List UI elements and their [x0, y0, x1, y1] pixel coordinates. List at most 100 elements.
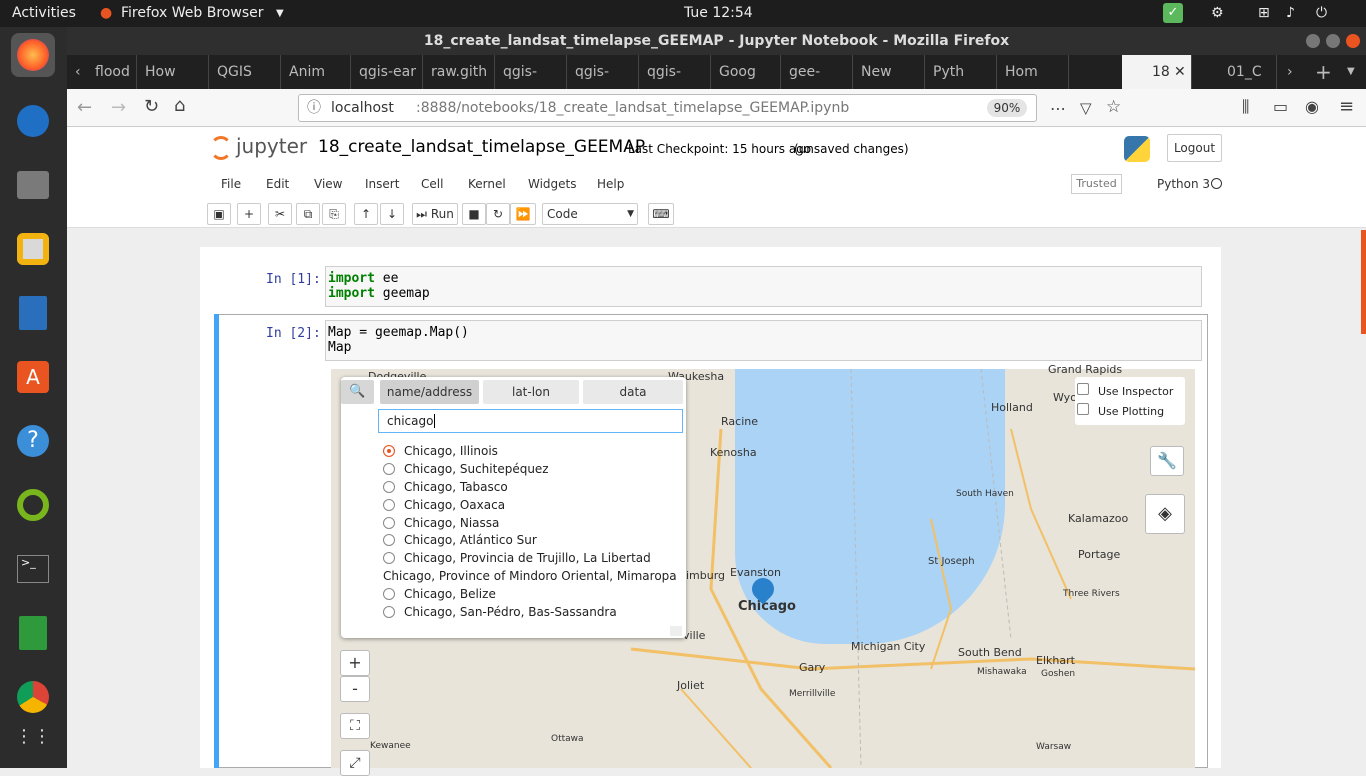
menu-file[interactable]: File	[221, 177, 241, 191]
tab[interactable]: Hom	[997, 55, 1069, 89]
app-menu[interactable]: Firefox Web Browser	[121, 5, 264, 21]
page-scrollbar-thumb[interactable]	[1361, 230, 1366, 334]
keyboard-icon[interactable]: ⌨	[648, 203, 674, 225]
account-icon[interactable]: ◉	[1305, 97, 1319, 116]
insert-cell-icon[interactable]: +	[237, 203, 261, 225]
list-tabs-icon[interactable]: ▼	[1339, 55, 1365, 89]
close-tab-icon[interactable]: ✕	[1174, 64, 1186, 80]
page-actions-icon[interactable]: ⋯	[1050, 99, 1066, 118]
cut-icon[interactable]: ✂	[268, 203, 292, 225]
move-up-icon[interactable]: ↑	[354, 203, 378, 225]
layers-icon[interactable]: ◈	[1145, 494, 1185, 534]
radio[interactable]	[383, 552, 395, 564]
result-option[interactable]: Chicago, Tabasco	[383, 479, 508, 495]
power-icon[interactable]: ⏻	[1316, 5, 1327, 21]
bookmark-star-icon[interactable]: ☆	[1106, 97, 1121, 117]
menu-cell[interactable]: Cell	[421, 177, 443, 191]
paste-icon[interactable]: ⎘	[322, 203, 346, 225]
restart-icon[interactable]: ↻	[486, 203, 510, 225]
tab[interactable]: QGIS	[209, 55, 281, 89]
resize-handle[interactable]	[670, 626, 682, 636]
menu-kernel[interactable]: Kernel	[468, 177, 506, 191]
use-plotting-checkbox[interactable]	[1077, 403, 1089, 415]
maximize-button[interactable]	[1326, 34, 1340, 48]
tab-data[interactable]: data	[583, 380, 683, 404]
show-apps-icon[interactable]: ⋮⋮	[11, 717, 55, 761]
tab[interactable]: Goog	[711, 55, 781, 89]
cell-type-select[interactable]: Code ▼	[542, 203, 638, 225]
pocket-icon[interactable]: ▽	[1080, 99, 1092, 117]
run-button[interactable]: ⏭ Run	[412, 203, 458, 225]
code-cell-1[interactable]: import ee import geemap	[325, 266, 1202, 307]
tab[interactable]: qgis-ear	[351, 55, 423, 89]
writer-dock-icon[interactable]	[11, 291, 55, 335]
result-option[interactable]: Chicago, Suchitepéquez	[383, 461, 549, 477]
menu-view[interactable]: View	[314, 177, 342, 191]
wrench-icon[interactable]: 🔧	[1150, 446, 1184, 476]
files-dock-icon[interactable]	[11, 163, 55, 207]
close-window-button[interactable]	[1346, 34, 1360, 48]
menu-widgets[interactable]: Widgets	[528, 177, 577, 191]
search-input[interactable]: chicago	[378, 409, 683, 433]
result-option[interactable]: Chicago, Niassa	[383, 515, 499, 531]
tab[interactable]: How	[137, 55, 209, 89]
activities-button[interactable]: Activities	[12, 5, 76, 21]
result-option[interactable]: Chicago, Illinois	[383, 443, 498, 459]
result-option[interactable]: Chicago, Province of Mindoro Oriental, M…	[383, 568, 677, 584]
jupyter-logo-icon[interactable]	[210, 136, 232, 160]
radio[interactable]	[383, 534, 395, 546]
rhythmbox-dock-icon[interactable]	[11, 227, 55, 271]
menu-help[interactable]: Help	[597, 177, 624, 191]
volume-icon[interactable]: ♪	[1286, 5, 1295, 21]
calc-dock-icon[interactable]	[11, 611, 55, 655]
result-option[interactable]: Chicago, Belize	[383, 586, 496, 602]
tab-name-address[interactable]: name/address	[380, 380, 479, 404]
hamburger-menu-icon[interactable]: ≡	[1339, 96, 1354, 117]
radio[interactable]	[383, 463, 395, 475]
home-icon[interactable]: ⌂	[174, 95, 185, 116]
tab[interactable]: qgis-	[639, 55, 711, 89]
scroll-tabs-right-icon[interactable]: ›	[1279, 55, 1303, 89]
zoom-out-button[interactable]: -	[340, 676, 370, 702]
result-option[interactable]: Chicago, Oaxaca	[383, 497, 505, 513]
measure-icon[interactable]: ⤢	[340, 750, 370, 776]
restart-run-all-icon[interactable]: ⏩	[510, 203, 536, 225]
jupyter-logo-text[interactable]: jupyter	[236, 134, 307, 158]
result-option[interactable]: Chicago, San-Pédro, Bas-Sassandra	[383, 604, 617, 620]
kernel-name[interactable]: Python 3	[1157, 177, 1210, 191]
radio[interactable]	[383, 588, 395, 600]
tab[interactable]: qgis-	[567, 55, 639, 89]
scroll-tabs-left-icon[interactable]: ‹	[67, 55, 87, 89]
radio-selected[interactable]	[383, 445, 395, 457]
copy-icon[interactable]: ⧉	[296, 203, 320, 225]
use-inspector-checkbox[interactable]	[1077, 383, 1089, 395]
tab[interactable]: gee-	[781, 55, 853, 89]
forward-icon[interactable]: →	[111, 97, 126, 118]
clock[interactable]: Tue 12:54	[684, 5, 753, 21]
zoom-in-button[interactable]: +	[340, 650, 370, 676]
code-cell-2[interactable]: Map = geemap.Map() Map	[325, 320, 1202, 361]
url-bar[interactable]: ⓘ localhost :8888/notebooks/18_create_la…	[298, 94, 1037, 122]
updates-icon[interactable]: ✓	[1163, 3, 1183, 23]
tab[interactable]: flood	[87, 55, 137, 89]
result-option[interactable]: Chicago, Atlántico Sur	[383, 532, 537, 548]
firefox-dock-icon[interactable]	[11, 33, 55, 77]
radio[interactable]	[383, 517, 395, 529]
result-option[interactable]: Chicago, Provincia de Trujillo, La Liber…	[383, 550, 651, 566]
back-icon[interactable]: ←	[77, 97, 92, 118]
tab[interactable]: 01_C	[1203, 55, 1277, 89]
save-icon[interactable]: ▣	[207, 203, 231, 225]
info-icon[interactable]: ⓘ	[307, 95, 321, 121]
zoom-badge[interactable]: 90%	[987, 99, 1027, 117]
new-tab-button[interactable]: +	[1307, 55, 1337, 89]
software-dock-icon[interactable]: A	[11, 355, 55, 399]
sidebar-icon[interactable]: ▭	[1273, 97, 1288, 116]
minimize-button[interactable]	[1306, 34, 1320, 48]
notebook-name[interactable]: 18_create_landsat_timelapse_GEEMAP	[318, 137, 645, 157]
qgis-dock-icon[interactable]	[11, 483, 55, 527]
terminal-dock-icon[interactable]: >_	[11, 547, 55, 591]
network-icon[interactable]: ⚙	[1211, 5, 1224, 21]
reload-icon[interactable]: ↻	[144, 96, 159, 117]
tab-lat-lon[interactable]: lat-lon	[483, 380, 579, 404]
tab[interactable]: raw.gith	[423, 55, 495, 89]
